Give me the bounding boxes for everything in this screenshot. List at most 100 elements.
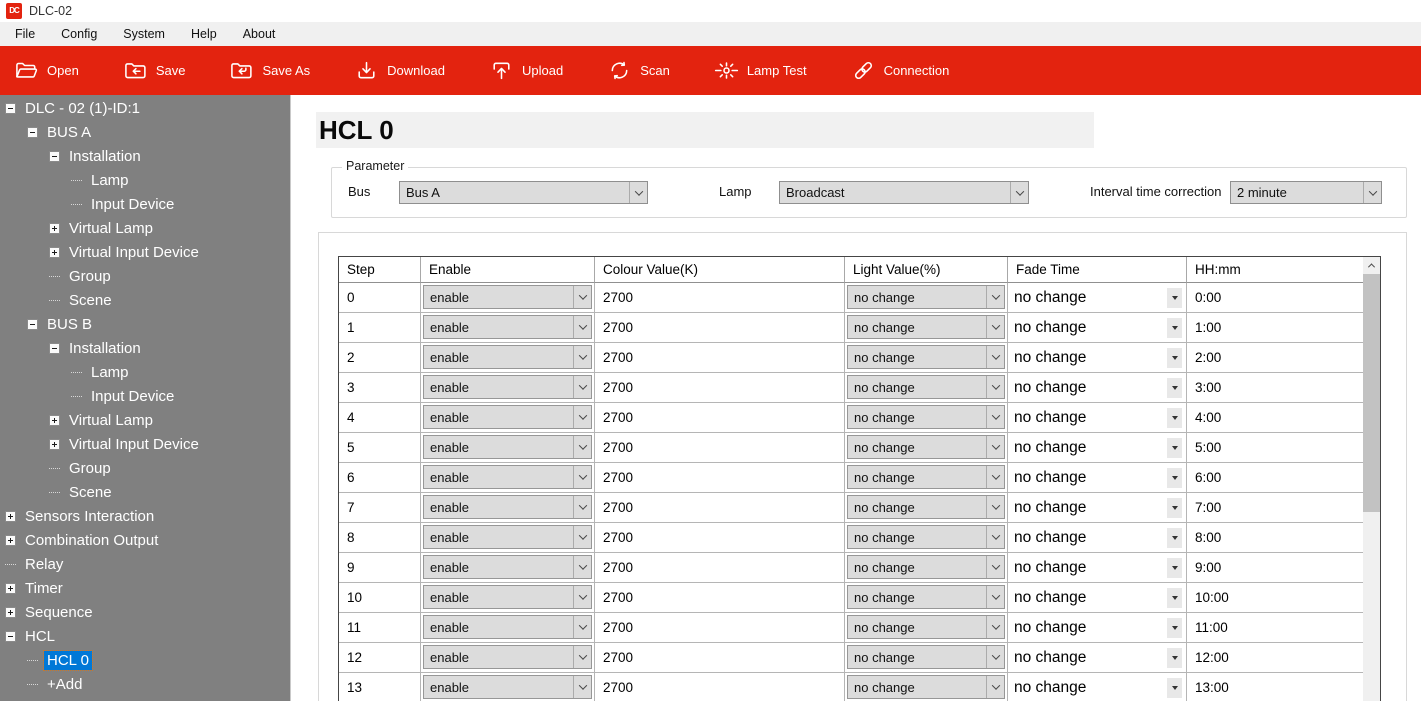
colour-value-cell[interactable]: 2700	[595, 313, 845, 343]
interval-time-correction-select[interactable]: 2 minute	[1230, 181, 1382, 204]
enable-combo[interactable]: enable	[423, 465, 592, 489]
enable-combo[interactable]: enable	[423, 675, 592, 699]
tree-item-input-device[interactable]: Input Device	[0, 384, 290, 408]
toolbar-button-connection[interactable]: Connection	[851, 58, 949, 83]
enable-combo[interactable]: enable	[423, 345, 592, 369]
fade-time-combo[interactable]: no change	[1008, 463, 1186, 492]
tree-item-sequence[interactable]: Sequence	[0, 600, 290, 624]
fade-time-combo[interactable]: no change	[1008, 583, 1186, 612]
collapse-icon[interactable]	[5, 630, 16, 642]
tree-item-add[interactable]: +Add	[0, 672, 290, 696]
tree-item-scene[interactable]: Scene	[0, 288, 290, 312]
tree-item-lamp[interactable]: Lamp	[0, 360, 290, 384]
menu-item-system[interactable]: System	[110, 22, 178, 46]
tree-item-virtual-lamp[interactable]: Virtual Lamp	[0, 408, 290, 432]
light-value-combo[interactable]: no change	[847, 555, 1005, 579]
light-value-combo[interactable]: no change	[847, 525, 1005, 549]
time-cell[interactable]: 2:00	[1187, 343, 1365, 373]
colour-value-cell[interactable]: 2700	[595, 403, 845, 433]
dropdown-button[interactable]	[1167, 407, 1182, 428]
enable-combo[interactable]: enable	[423, 585, 592, 609]
colour-value-cell[interactable]: 2700	[595, 343, 845, 373]
light-value-combo[interactable]: no change	[847, 405, 1005, 429]
dropdown-button[interactable]	[1167, 527, 1182, 548]
light-value-combo[interactable]: no change	[847, 315, 1005, 339]
fade-time-combo[interactable]: no change	[1008, 343, 1186, 372]
collapse-icon[interactable]	[27, 126, 38, 138]
fade-time-combo[interactable]: no change	[1008, 673, 1186, 701]
time-cell[interactable]: 6:00	[1187, 463, 1365, 493]
expand-icon[interactable]	[5, 510, 16, 522]
toolbar-button-upload[interactable]: Upload	[489, 58, 563, 83]
collapse-icon[interactable]	[49, 150, 60, 162]
colour-value-cell[interactable]: 2700	[595, 553, 845, 583]
tree-item-installation[interactable]: Installation	[0, 144, 290, 168]
tree-item-virtual-lamp[interactable]: Virtual Lamp	[0, 216, 290, 240]
colour-value-cell[interactable]: 2700	[595, 433, 845, 463]
toolbar-button-open[interactable]: Open	[14, 58, 79, 83]
enable-combo[interactable]: enable	[423, 375, 592, 399]
tree-item-bus-b[interactable]: BUS B	[0, 312, 290, 336]
dropdown-button[interactable]	[1167, 377, 1182, 398]
dropdown-button[interactable]	[1167, 317, 1182, 338]
colour-value-cell[interactable]: 2700	[595, 583, 845, 613]
menu-item-about[interactable]: About	[230, 22, 289, 46]
colour-value-cell[interactable]: 2700	[595, 643, 845, 673]
lamp-select[interactable]: Broadcast	[779, 181, 1029, 204]
collapse-icon[interactable]	[5, 102, 16, 114]
menu-item-help[interactable]: Help	[178, 22, 230, 46]
colour-value-cell[interactable]: 2700	[595, 493, 845, 523]
toolbar-button-scan[interactable]: Scan	[607, 58, 670, 83]
dropdown-button[interactable]	[1167, 677, 1182, 698]
dropdown-button[interactable]	[1167, 437, 1182, 458]
toolbar-button-save[interactable]: Save	[123, 58, 185, 83]
colour-value-cell[interactable]: 2700	[595, 463, 845, 493]
menu-item-file[interactable]: File	[2, 22, 48, 46]
colour-value-cell[interactable]: 2700	[595, 283, 845, 313]
scroll-up-button[interactable]	[1363, 257, 1380, 274]
light-value-combo[interactable]: no change	[847, 585, 1005, 609]
dropdown-button[interactable]	[1167, 587, 1182, 608]
expand-icon[interactable]	[49, 438, 60, 450]
fade-time-combo[interactable]: no change	[1008, 283, 1186, 312]
dropdown-button[interactable]	[1167, 647, 1182, 668]
tree-item-scene[interactable]: Scene	[0, 480, 290, 504]
tree-item-lamp[interactable]: Lamp	[0, 168, 290, 192]
fade-time-combo[interactable]: no change	[1008, 613, 1186, 642]
expand-icon[interactable]	[49, 222, 60, 234]
expand-icon[interactable]	[49, 414, 60, 426]
tree-item-relay[interactable]: Relay	[0, 552, 290, 576]
fade-time-combo[interactable]: no change	[1008, 313, 1186, 342]
light-value-combo[interactable]: no change	[847, 495, 1005, 519]
enable-combo[interactable]: enable	[423, 615, 592, 639]
tree-item-input-device[interactable]: Input Device	[0, 192, 290, 216]
time-cell[interactable]: 3:00	[1187, 373, 1365, 403]
tree-item-combination-output[interactable]: Combination Output	[0, 528, 290, 552]
tree-item-timer[interactable]: Timer	[0, 576, 290, 600]
collapse-icon[interactable]	[49, 342, 60, 354]
light-value-combo[interactable]: no change	[847, 675, 1005, 699]
time-cell[interactable]: 10:00	[1187, 583, 1365, 613]
tree-item-group[interactable]: Group	[0, 264, 290, 288]
tree-item-installation[interactable]: Installation	[0, 336, 290, 360]
time-cell[interactable]: 9:00	[1187, 553, 1365, 583]
light-value-combo[interactable]: no change	[847, 645, 1005, 669]
time-cell[interactable]: 11:00	[1187, 613, 1365, 643]
enable-combo[interactable]: enable	[423, 405, 592, 429]
dropdown-button[interactable]	[1167, 347, 1182, 368]
fade-time-combo[interactable]: no change	[1008, 523, 1186, 552]
light-value-combo[interactable]: no change	[847, 615, 1005, 639]
light-value-combo[interactable]: no change	[847, 375, 1005, 399]
fade-time-combo[interactable]: no change	[1008, 553, 1186, 582]
dropdown-button[interactable]	[1167, 617, 1182, 638]
colour-value-cell[interactable]: 2700	[595, 673, 845, 701]
light-value-combo[interactable]: no change	[847, 285, 1005, 309]
bus-select[interactable]: Bus A	[399, 181, 648, 204]
fade-time-combo[interactable]: no change	[1008, 373, 1186, 402]
tree-item-bus-a[interactable]: BUS A	[0, 120, 290, 144]
colour-value-cell[interactable]: 2700	[595, 613, 845, 643]
fade-time-combo[interactable]: no change	[1008, 403, 1186, 432]
enable-combo[interactable]: enable	[423, 435, 592, 459]
toolbar-button-save-as[interactable]: Save As	[229, 58, 310, 83]
tree-item-hcl-0[interactable]: HCL 0	[0, 648, 290, 672]
